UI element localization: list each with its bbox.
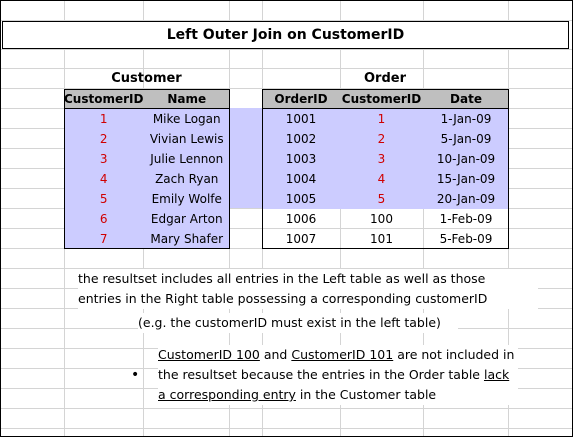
column-header: OrderID [262, 89, 340, 109]
order-customer-id-cell: 5 [340, 189, 423, 209]
table-row: 1005 5 20-Jan-09 [262, 189, 509, 209]
column-header: Date [423, 89, 509, 109]
table-row: 1003 3 10-Jan-09 [262, 149, 509, 169]
order-date-cell: 1-Jan-09 [423, 108, 509, 129]
customer-name-cell: Emily Wolfe [143, 189, 230, 209]
order-customer-id-cell: 4 [340, 169, 423, 189]
table-row: 3 Julie Lennon [64, 149, 230, 169]
order-date-cell: 5-Feb-09 [439, 232, 493, 246]
customer-id-cell: 3 [64, 149, 144, 169]
order-table: OrderID CustomerID Date 1001 1 1-Jan-09 … [262, 89, 509, 249]
order-table-caption: Order [364, 71, 406, 86]
page-title: Left Outer Join on CustomerID [2, 21, 569, 49]
bullet-line: a corresponding entry in the Customer ta… [158, 385, 518, 405]
table-row: 1006 100 1-Feb-09 [262, 209, 509, 229]
bullet-text: the resultset because the entries in the… [158, 367, 484, 382]
note-example-line: (e.g. the customerID must exist in the l… [138, 313, 458, 333]
order-header-row: OrderID CustomerID Date [262, 89, 509, 109]
order-customer-id-cell: 101 [370, 232, 393, 246]
customer-name-cell: Zach Ryan [143, 169, 230, 189]
customer-id-cell: 7 [64, 229, 144, 249]
customer-name-cell: Edgar Arton [143, 209, 230, 229]
match-highlight-band [229, 108, 262, 208]
customer-header-row: CustomerID Name [64, 89, 230, 109]
note-text-block: the resultset includes all entries in th… [78, 269, 538, 309]
customer-table: CustomerID Name 1 Mike Logan 2 Vivian Le… [64, 89, 230, 249]
customer-id-cell: 6 [64, 209, 144, 229]
order-date-cell: 20-Jan-09 [423, 189, 509, 209]
table-row: 7 Mary Shafer [64, 229, 230, 249]
customer-name-cell: Julie Lennon [143, 149, 230, 169]
order-id-cell: 1003 [262, 149, 340, 169]
order-id-cell: 1005 [262, 189, 340, 209]
note-line: entries in the Right table possessing a … [78, 291, 488, 306]
order-id-cell: 1002 [262, 129, 340, 149]
table-row: 6 Edgar Arton [64, 209, 230, 229]
table-row: 1001 1 1-Jan-09 [262, 108, 509, 129]
order-date-cell: 10-Jan-09 [423, 149, 509, 169]
order-customer-id-cell: 2 [340, 129, 423, 149]
customer-id-101-ref: CustomerID 101 [291, 347, 394, 362]
order-id-cell: 1007 [285, 232, 317, 246]
order-customer-id-cell: 1 [340, 108, 423, 129]
order-date-cell: 5-Jan-09 [423, 129, 509, 149]
table-row: 1004 4 15-Jan-09 [262, 169, 509, 189]
customer-name-cell: Vivian Lewis [143, 129, 230, 149]
customer-id-100-ref: CustomerID 100 [158, 347, 260, 362]
table-row: 4 Zach Ryan [64, 169, 230, 189]
order-id-cell: 1006 [285, 212, 317, 226]
corresponding-entry-underlined: a corresponding entry [158, 387, 296, 402]
bullet-text-block: CustomerID 100 and CustomerID 101 are no… [158, 345, 518, 405]
customer-name-cell: Mary Shafer [143, 229, 230, 249]
order-date-cell: 15-Jan-09 [423, 169, 509, 189]
bullet-line: the resultset because the entries in the… [158, 365, 518, 385]
order-customer-id-cell: 3 [340, 149, 423, 169]
table-row: 1 Mike Logan [64, 108, 230, 129]
order-date-cell: 1-Feb-09 [439, 212, 493, 226]
customer-name-cell: Mike Logan [143, 108, 230, 129]
bullet-line: CustomerID 100 and CustomerID 101 are no… [158, 345, 518, 365]
lack-underlined: lack [483, 367, 510, 382]
column-header: CustomerID [64, 89, 144, 109]
order-id-cell: 1001 [262, 108, 340, 129]
order-id-cell: 1004 [262, 169, 340, 189]
customer-id-cell: 5 [64, 189, 144, 209]
table-row: 1002 2 5-Jan-09 [262, 129, 509, 149]
customer-id-cell: 1 [64, 108, 144, 129]
bullet-text: are not included in [393, 347, 515, 362]
note-line: the resultset includes all entries in th… [78, 271, 486, 286]
bullet-icon: • [131, 367, 140, 383]
column-header: CustomerID [340, 89, 423, 109]
customer-id-cell: 4 [64, 169, 144, 189]
column-header: Name [143, 89, 230, 109]
customer-table-caption: Customer [111, 71, 182, 86]
table-row: 1007 101 5-Feb-09 [262, 229, 509, 249]
table-row: 2 Vivian Lewis [64, 129, 230, 149]
bullet-text: and [259, 347, 292, 362]
table-row: 5 Emily Wolfe [64, 189, 230, 209]
order-customer-id-cell: 100 [370, 212, 393, 226]
bullet-text: in the Customer table [295, 387, 437, 402]
customer-id-cell: 2 [64, 129, 144, 149]
